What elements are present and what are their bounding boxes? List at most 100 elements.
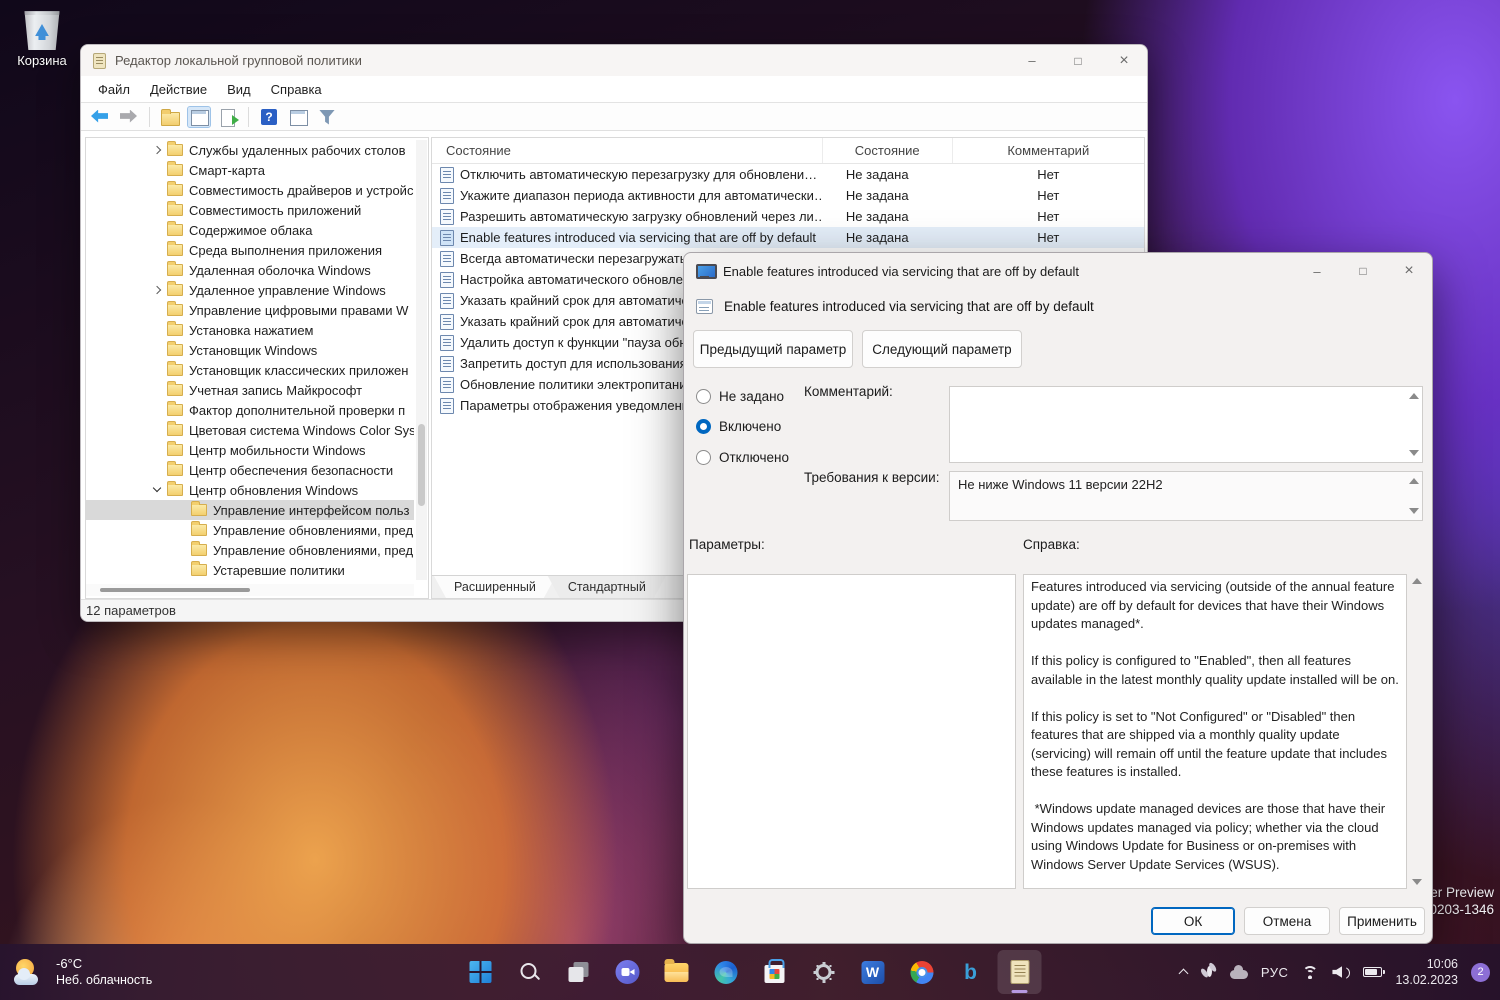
taskbar-explorer[interactable] [655,950,699,994]
policy-row[interactable]: Отключить автоматическую перезагрузку дл… [432,164,1144,185]
battery-icon[interactable] [1363,967,1382,977]
scroll-up-icon[interactable] [1409,478,1419,484]
notification-badge[interactable]: 2 [1471,963,1490,982]
column-header-state[interactable]: Состояние [823,138,953,163]
tree-item[interactable]: Управление интерфейсом польз [86,500,414,520]
tab-extended[interactable]: Расширенный [434,576,556,598]
radio-enabled[interactable]: Включено [696,419,781,434]
tray-overflow-icon[interactable] [1179,968,1188,977]
scroll-up-icon[interactable] [1409,393,1419,399]
tree-item[interactable]: Удаленное управление Windows [86,280,414,300]
tree-item[interactable]: Управление обновлениями, пред [86,540,414,560]
back-icon[interactable] [89,107,111,127]
minimize-icon[interactable] [1009,45,1055,76]
options-box[interactable] [687,574,1016,889]
taskbar-chrome[interactable] [900,950,944,994]
scroll-down-icon[interactable] [1409,450,1419,456]
maximize-icon[interactable] [1055,45,1101,76]
help-text-box[interactable]: Features introduced via servicing (outsi… [1023,574,1407,889]
column-header-setting[interactable]: Состояние [432,138,823,163]
volume-icon[interactable] [1332,965,1350,979]
filter-icon[interactable] [316,107,338,127]
taskbar-bing[interactable]: b [949,950,993,994]
dialog-maximize-icon[interactable] [1340,253,1386,289]
onedrive-icon[interactable] [1230,970,1248,979]
tree-item[interactable]: Центр обновления Windows [86,480,414,500]
tab-standard[interactable]: Стандартный [548,576,666,598]
tree-item[interactable]: Службы удаленных рабочих столов [86,140,414,160]
taskbar-edge[interactable] [704,950,748,994]
radio-circle[interactable] [696,450,711,465]
weather-widget[interactable]: -6°C Неб. облачность [14,944,152,1000]
help-scrollbar[interactable] [1408,574,1424,889]
scrollbar-thumb[interactable] [418,424,425,506]
scrollbar-thumb[interactable] [100,588,250,592]
folder-up-icon[interactable] [159,107,181,127]
scroll-up-icon[interactable] [1412,578,1422,584]
tree-item[interactable]: Содержимое облака [86,220,414,240]
tree-item[interactable]: Фактор дополнительной проверки п [86,400,414,420]
radio-circle[interactable] [696,389,711,404]
tree-item[interactable]: Совместимость приложений [86,200,414,220]
column-header-comment[interactable]: Комментарий [953,138,1144,163]
help-icon[interactable] [258,107,280,127]
next-setting-button[interactable]: Следующий параметр [862,330,1022,368]
radio-disabled[interactable]: Отключено [696,450,789,465]
recycle-bin[interactable]: Корзина [12,6,72,68]
tree-item[interactable]: Управление обновлениями, пред [86,520,414,540]
tree-item[interactable]: Установка нажатием [86,320,414,340]
scroll-down-icon[interactable] [1409,508,1419,514]
tree-expander-icon[interactable] [150,283,165,297]
tree-item[interactable]: Устаревшие политики [86,560,414,580]
tree-item[interactable]: Управление цифровыми правами W [86,300,414,320]
menu-view[interactable]: Вид [218,79,260,100]
policy-row[interactable]: Enable features introduced via servicing… [432,227,1144,248]
radio-circle[interactable] [696,419,711,434]
menu-help[interactable]: Справка [262,79,331,100]
taskbar-task-view[interactable] [557,950,601,994]
properties-window-icon[interactable] [287,107,309,127]
apply-button[interactable]: Применить [1339,907,1425,935]
ok-button[interactable]: ОК [1151,907,1235,935]
dialog-minimize-icon[interactable] [1294,253,1340,289]
taskbar-store[interactable] [753,950,797,994]
policy-row[interactable]: Укажите диапазон периода активности для … [432,185,1144,206]
forward-icon[interactable] [118,107,140,127]
taskbar-search[interactable] [508,950,552,994]
clock[interactable]: 10:06 13.02.2023 [1395,956,1458,988]
taskbar-word[interactable]: W [851,950,895,994]
tree-item[interactable]: Установщик классических приложен [86,360,414,380]
tree-item[interactable]: Цветовая система Windows Color Sys [86,420,414,440]
radio-not-configured[interactable]: Не задано [696,389,784,404]
wifi-icon[interactable] [1301,966,1319,979]
tree-item[interactable]: Центр обеспечения безопасности [86,460,414,480]
tree-horizontal-scrollbar[interactable] [86,584,414,596]
dialog-titlebar[interactable]: Enable features introduced via servicing… [684,253,1432,289]
export-list-icon[interactable] [217,107,239,127]
tree-item[interactable]: Учетная запись Майкрософт [86,380,414,400]
taskbar-gpedit[interactable] [998,950,1042,994]
tree-expander-icon[interactable] [150,483,165,497]
language-indicator[interactable]: РУС [1261,965,1289,980]
tree-vertical-scrollbar[interactable] [416,140,427,580]
tree-item[interactable]: Удаленная оболочка Windows [86,260,414,280]
policy-row[interactable]: Разрешить автоматическую загрузку обновл… [432,206,1144,227]
dialog-close-icon[interactable] [1386,253,1432,289]
tree-item[interactable]: Смарт-карта [86,160,414,180]
taskbar-start[interactable] [459,950,503,994]
tree-expander-icon[interactable] [150,143,165,157]
close-icon[interactable] [1101,45,1147,76]
lotus-app-icon[interactable] [1201,966,1217,979]
titlebar[interactable]: Редактор локальной групповой политики [81,45,1147,76]
show-console-tree-icon[interactable] [188,107,210,127]
tree-item[interactable]: Среда выполнения приложения [86,240,414,260]
taskbar-chat[interactable] [606,950,650,994]
tree-item[interactable]: Совместимость драйверов и устройс [86,180,414,200]
tree-item[interactable]: Центр мобильности Windows [86,440,414,460]
supported-on-textarea[interactable]: Не ниже Windows 11 версии 22H2 [949,471,1423,521]
taskbar-settings[interactable] [802,950,846,994]
menu-action[interactable]: Действие [141,79,216,100]
comment-textarea[interactable] [949,386,1423,463]
menu-file[interactable]: Файл [89,79,139,100]
tree-item[interactable]: Установщик Windows [86,340,414,360]
